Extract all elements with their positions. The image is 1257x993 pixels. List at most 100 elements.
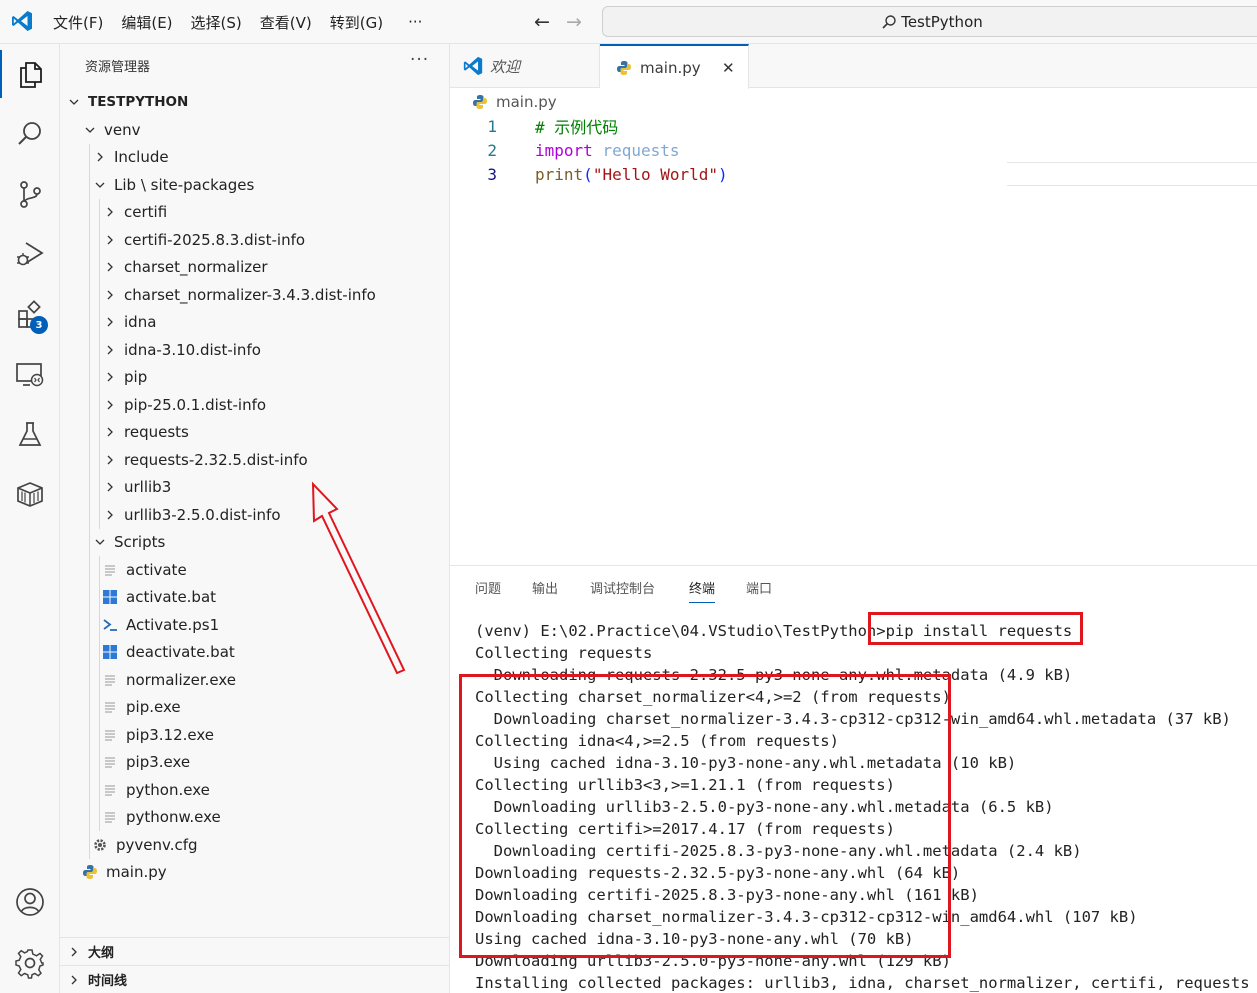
editor-tabs: 欢迎 main.py ✕ — [450, 44, 1257, 89]
text-file-icon — [102, 672, 118, 688]
tree-item-label: urllib3-2.5.0.dist-info — [124, 505, 281, 524]
tree-folder[interactable]: venv — [60, 116, 450, 143]
search-icon[interactable] — [0, 110, 60, 158]
timeline-label: 时间线 — [88, 974, 128, 989]
explorer-more-actions-icon[interactable]: ··· — [410, 50, 429, 70]
panel-tab[interactable]: 输出 — [532, 578, 558, 597]
tree-folder[interactable]: requests — [60, 419, 450, 446]
text-file-icon — [102, 562, 118, 578]
tree-folder[interactable]: pip-25.0.1.dist-info — [60, 391, 450, 418]
tree-item-label: venv — [104, 120, 141, 139]
tree-item-label: main.py — [106, 863, 167, 881]
tree-file[interactable]: activate.bat — [60, 584, 450, 611]
tree-item-label: Scripts — [114, 533, 166, 551]
tree-folder[interactable]: Lib \ site-packages — [60, 171, 450, 198]
tree-folder[interactable]: pip — [60, 364, 450, 391]
panel-tab[interactable]: 问题 — [475, 578, 501, 597]
menu-item[interactable]: 查看(V) — [251, 12, 321, 33]
run-debug-icon[interactable] — [0, 230, 60, 278]
indent-guide — [89, 143, 90, 859]
line-number: 2 — [487, 140, 497, 160]
menu-item[interactable]: 转到(G) — [321, 12, 392, 33]
tab-welcome[interactable]: 欢迎 — [450, 44, 600, 88]
menu-item[interactable]: 文件(F) — [44, 12, 112, 33]
tree-item-label: charset_normalizer-3.4.3.dist-info — [124, 285, 376, 304]
remote-explorer-icon[interactable] — [0, 350, 60, 398]
text-file-icon — [102, 809, 118, 825]
code-token: print — [535, 164, 584, 184]
tree-folder[interactable]: urllib3-2.5.0.dist-info — [60, 501, 450, 528]
breadcrumb[interactable]: main.py — [472, 92, 557, 112]
chevron-right-icon — [66, 944, 82, 960]
settings-gear-icon[interactable] — [0, 939, 60, 987]
tree-item-label: urllib3 — [124, 478, 172, 496]
extensions-icon[interactable]: 3 — [0, 290, 60, 338]
menu-item[interactable]: 选择(S) — [182, 12, 251, 33]
extensions-badge: 3 — [30, 316, 48, 334]
command-center-label: TestPython — [901, 12, 983, 31]
code-text: import requests — [507, 141, 680, 160]
tree-item-label: deactivate.bat — [126, 643, 235, 661]
panel-tab[interactable]: 终端 — [689, 578, 716, 603]
tree-file[interactable]: pip3.exe — [60, 749, 450, 776]
tree-file[interactable]: deactivate.bat — [60, 639, 450, 666]
python-icon — [473, 95, 487, 109]
tree-folder[interactable]: charset_normalizer — [60, 254, 450, 281]
tree-item-label: requests-2.32.5.dist-info — [124, 450, 308, 469]
tree-file[interactable]: pythonw.exe — [60, 804, 450, 831]
panel-tab[interactable]: 调试控制台 — [590, 578, 655, 597]
current-line-highlight — [1007, 162, 1257, 186]
tree-folder[interactable]: requests-2.32.5.dist-info — [60, 446, 450, 473]
tree-item-label: python.exe — [126, 780, 210, 799]
tree-item-label: Include — [114, 148, 169, 166]
tree-folder[interactable]: charset_normalizer-3.4.3.dist-info — [60, 281, 450, 308]
chevron-right-icon — [102, 259, 118, 275]
windows-icon — [102, 644, 118, 660]
chevron-down-icon — [66, 94, 82, 110]
tree-file[interactable]: activate — [60, 556, 450, 583]
account-icon[interactable] — [0, 878, 60, 926]
package-icon[interactable] — [0, 470, 60, 518]
tree-file[interactable]: pip.exe — [60, 694, 450, 721]
tree-folder[interactable]: certifi — [60, 199, 450, 226]
forward-arrow-icon[interactable]: → — [566, 11, 582, 33]
vscode-icon — [463, 56, 483, 76]
indent-guide — [99, 556, 100, 831]
command-center-search[interactable]: TestPython — [602, 6, 1257, 37]
tree-file[interactable]: Activate.ps1 — [60, 611, 450, 638]
timeline-section[interactable]: 时间线 — [60, 965, 450, 993]
tree-folder[interactable]: certifi-2025.8.3.dist-info — [60, 226, 450, 253]
tree-item-label: pythonw.exe — [126, 808, 221, 826]
gear-icon — [92, 837, 108, 853]
tree-file[interactable]: pip3.12.exe — [60, 721, 450, 748]
menu-more-icon[interactable]: ··· — [392, 13, 431, 31]
vscode-logo-icon[interactable] — [10, 9, 34, 33]
tab-main-py[interactable]: main.py ✕ — [600, 44, 749, 89]
tree-item-label: pip.exe — [126, 698, 181, 716]
tree-folder[interactable]: Include — [60, 144, 450, 171]
chevron-right-icon — [102, 507, 118, 523]
tree-file[interactable]: python.exe — [60, 776, 450, 803]
panel-tab[interactable]: 端口 — [746, 578, 772, 597]
tree-file[interactable]: pyvenv.cfg — [60, 831, 450, 858]
tree-folder[interactable]: idna-3.10.dist-info — [60, 336, 450, 363]
chevron-right-icon — [102, 287, 118, 303]
workspace-root[interactable]: TESTPYTHON — [60, 88, 450, 115]
explorer-title: 资源管理器 — [85, 60, 151, 75]
code-token: import — [535, 140, 593, 160]
tree-file[interactable]: normalizer.exe — [60, 666, 450, 693]
explorer-icon[interactable] — [0, 50, 60, 98]
testing-flask-icon[interactable] — [0, 410, 60, 458]
source-control-icon[interactable] — [0, 170, 60, 218]
tree-file[interactable]: main.py — [60, 859, 450, 886]
close-tab-icon[interactable]: ✕ — [722, 59, 735, 77]
tree-folder[interactable]: urllib3 — [60, 474, 450, 501]
tree-item-label: pip-25.0.1.dist-info — [124, 395, 267, 414]
tree-folder[interactable]: idna — [60, 309, 450, 336]
back-arrow-icon[interactable]: ← — [534, 11, 550, 33]
tree-folder[interactable]: Scripts — [60, 529, 450, 556]
code-token: # 示例代码 — [535, 118, 619, 137]
outline-section[interactable]: 大纲 — [60, 937, 450, 965]
menu-item[interactable]: 编辑(E) — [112, 12, 181, 33]
chevron-right-icon — [102, 369, 118, 385]
